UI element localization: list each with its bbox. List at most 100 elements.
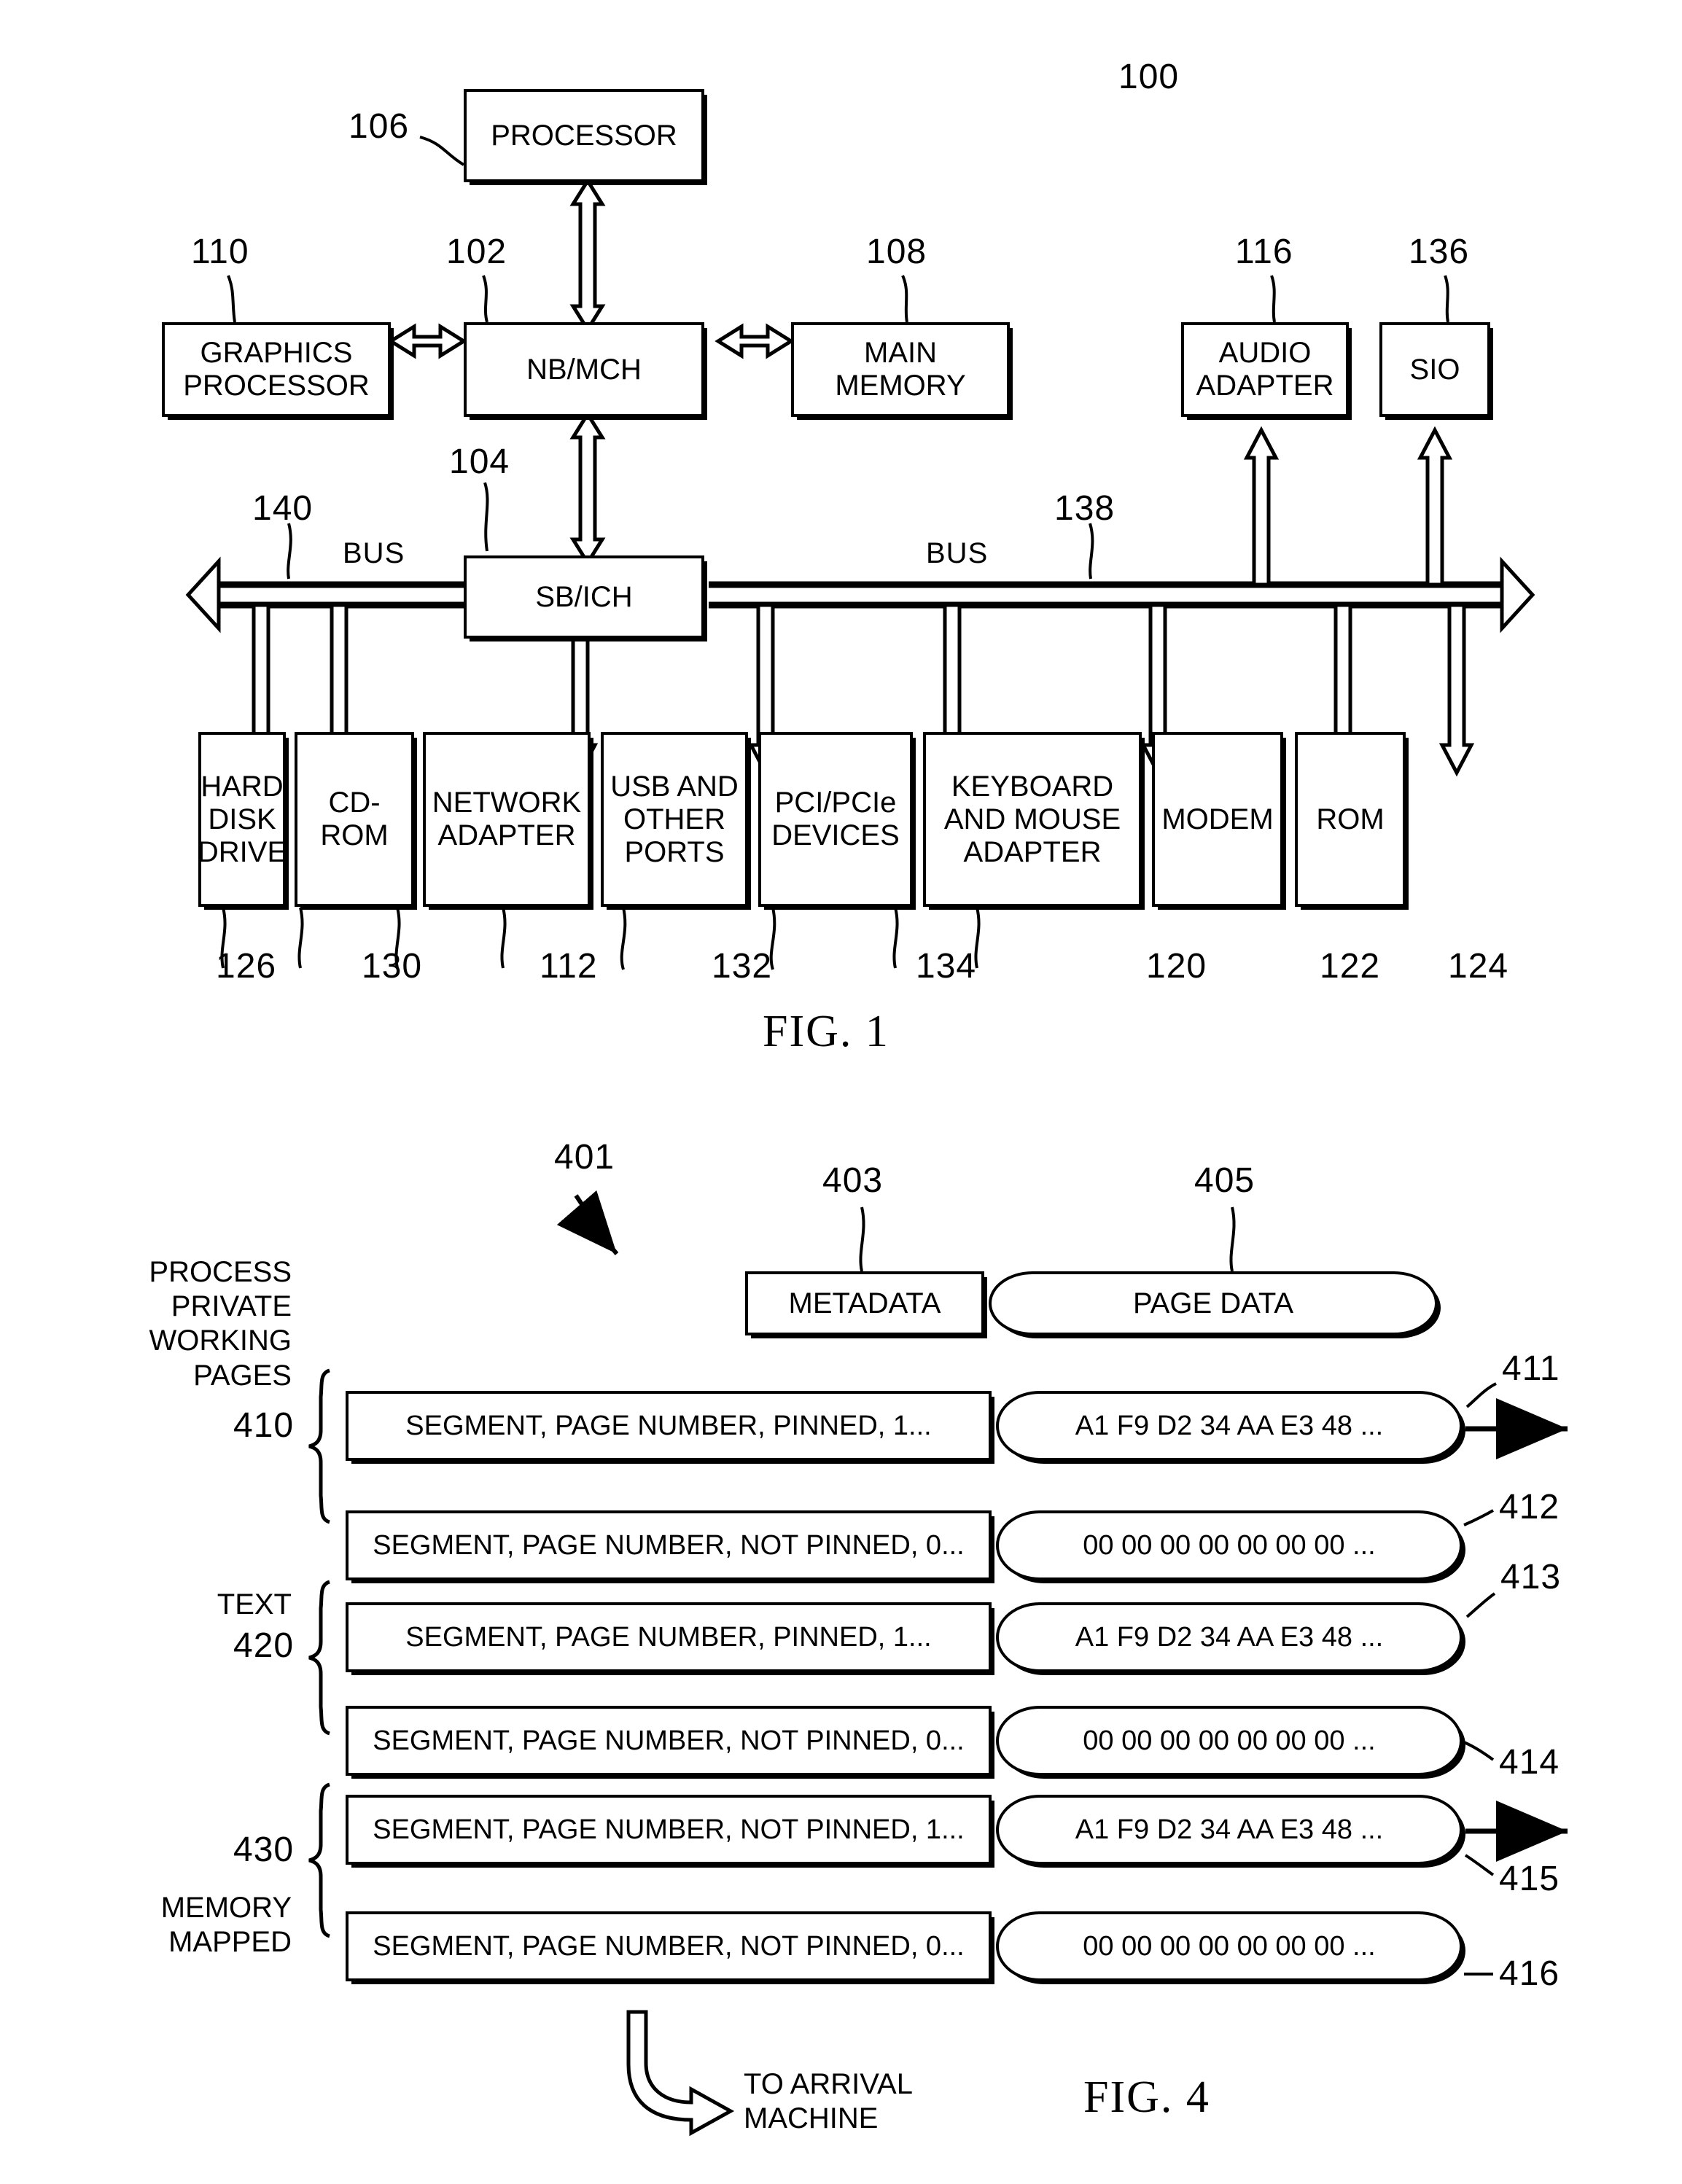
box-hard-disk-drive: HARD DISK DRIVE (197, 732, 287, 907)
leader-136 (1444, 275, 1449, 323)
box-keyboard-mouse-adapter-label: KEYBOARD AND MOUSE ADAPTER (943, 770, 1121, 868)
row-pagedata: A1 F9 D2 34 AA E3 48 ... (996, 1795, 1463, 1865)
leader-413 (1465, 1592, 1496, 1618)
arrow-bus-audio (1243, 426, 1280, 587)
leader-116 (1270, 275, 1276, 323)
ref-104: 104 (449, 442, 510, 481)
ref-112: 112 (540, 947, 598, 986)
ref-134: 134 (916, 947, 977, 986)
row-metadata-text: SEGMENT, PAGE NUMBER, NOT PINNED, 1... (373, 1814, 965, 1845)
ref-430: 430 (233, 1830, 295, 1869)
box-network-adapter-label: NETWORK ADAPTER (432, 787, 582, 851)
to-arrival-machine-label: TO ARRIVAL MACHINE (744, 2068, 913, 2135)
row-pagedata-text: 00 00 00 00 00 00 00 ... (1083, 1725, 1376, 1756)
leader-130 (297, 907, 304, 969)
row-pagedata-text: A1 F9 D2 34 AA E3 48 ... (1075, 1621, 1384, 1653)
leader-140 (287, 523, 292, 580)
leader-138 (1089, 523, 1094, 580)
box-processor-label: PROCESSOR (491, 119, 677, 152)
arrow-graphics-nbmch (387, 323, 467, 359)
ref-138: 138 (1054, 489, 1116, 528)
ref-420: 420 (233, 1626, 295, 1665)
row-pagedata: 00 00 00 00 00 00 00 ... (996, 1706, 1463, 1776)
brace-410 (308, 1368, 331, 1524)
row-metadata-text: SEGMENT, PAGE NUMBER, NOT PINNED, 0... (373, 1529, 965, 1561)
box-usb-ports: USB AND OTHER PORTS (601, 732, 748, 907)
box-audio-adapter: AUDIO ADAPTER (1181, 322, 1349, 417)
figure4-caption: FIG. 4 (1083, 2072, 1210, 2122)
row-metadata: SEGMENT, PAGE NUMBER, NOT PINNED, 0... (346, 1510, 992, 1580)
ref-122: 122 (1320, 947, 1381, 986)
arrow-processor-nbmch (569, 177, 606, 333)
header-pagedata: PAGE DATA (989, 1271, 1438, 1335)
row-metadata: SEGMENT, PAGE NUMBER, PINNED, 1... (346, 1391, 992, 1461)
header-metadata: METADATA (745, 1271, 984, 1335)
box-usb-ports-label: USB AND OTHER PORTS (610, 770, 739, 868)
box-network-adapter: NETWORK ADAPTER (423, 732, 591, 907)
ref-415: 415 (1499, 1860, 1560, 1898)
box-sio: SIO (1379, 322, 1490, 417)
ref-414: 414 (1499, 1743, 1560, 1782)
row-pagedata-text: A1 F9 D2 34 AA E3 48 ... (1075, 1410, 1384, 1441)
arrow-bus-sio (1417, 426, 1453, 587)
box-nbmch-label: NB/MCH (526, 353, 642, 386)
bus-label-left: BUS (343, 537, 405, 569)
box-rom: ROM (1295, 732, 1406, 907)
row-metadata-text: SEGMENT, PAGE NUMBER, PINNED, 1... (405, 1621, 932, 1653)
arrow-bus-rom (1438, 603, 1475, 777)
group-label-text: TEXT (217, 1588, 292, 1621)
leader-132 (500, 907, 507, 969)
leader-414 (1463, 1741, 1495, 1761)
leader-104 (483, 482, 489, 552)
box-keyboard-mouse-adapter: KEYBOARD AND MOUSE ADAPTER (923, 732, 1142, 907)
box-graphics-processor: GRAPHICS PROCESSOR (162, 322, 391, 417)
bus-left-arrowhead (185, 556, 221, 633)
brace-430 (308, 1782, 331, 1938)
box-sio-label: SIO (1409, 353, 1460, 386)
box-rom-label: ROM (1316, 803, 1385, 835)
bus-right-arrowhead (1500, 556, 1535, 633)
box-audio-adapter-label: AUDIO ADAPTER (1196, 337, 1334, 402)
box-modem-label: MODEM (1161, 803, 1274, 835)
leader-412 (1463, 1509, 1494, 1526)
box-main-memory: MAIN MEMORY (791, 322, 1010, 417)
box-graphics-processor-label: GRAPHICS PROCESSOR (183, 337, 370, 402)
leader-415 (1464, 1854, 1495, 1876)
box-processor: PROCESSOR (464, 89, 704, 182)
leader-411 (1465, 1382, 1497, 1408)
row-pagedata: A1 F9 D2 34 AA E3 48 ... (996, 1602, 1463, 1672)
row-metadata: SEGMENT, PAGE NUMBER, NOT PINNED, 0... (346, 1911, 992, 1981)
arrow-nbmch-sbich (569, 410, 606, 566)
leader-403 (859, 1206, 865, 1272)
leader-405 (1229, 1206, 1236, 1272)
ref-130: 130 (362, 947, 423, 986)
leader-134 (620, 907, 627, 970)
row-metadata-text: SEGMENT, PAGE NUMBER, NOT PINNED, 0... (373, 1725, 965, 1756)
box-pci-devices-label: PCI/PCIe DEVICES (771, 787, 900, 851)
box-hard-disk-drive-label: HARD DISK DRIVE (197, 770, 287, 868)
leader-401 (556, 1190, 619, 1255)
row-pagedata: 00 00 00 00 00 00 00 ... (996, 1911, 1463, 1981)
patent-figure-sheet: 100 106 110 102 108 116 136 104 140 138 … (0, 0, 1682, 2184)
ref-401: 401 (554, 1138, 615, 1177)
row-pagedata-text: 00 00 00 00 00 00 00 ... (1083, 1529, 1376, 1561)
ref-110: 110 (191, 233, 249, 271)
arrow-nbmch-mainmemory (715, 323, 795, 359)
leader-102 (482, 275, 488, 323)
ref-416: 416 (1499, 1954, 1560, 1993)
ref-403: 403 (822, 1161, 884, 1200)
group-label-memory-mapped: MEMORY MAPPED (160, 1892, 292, 1959)
ref-102: 102 (446, 233, 507, 271)
bus-label-right: BUS (926, 537, 989, 569)
row-metadata-text: SEGMENT, PAGE NUMBER, PINNED, 1... (405, 1410, 932, 1441)
ref-411: 411 (1502, 1349, 1560, 1388)
row-pagedata: 00 00 00 00 00 00 00 ... (996, 1510, 1463, 1580)
ref-140: 140 (252, 489, 314, 528)
row-metadata: SEGMENT, PAGE NUMBER, NOT PINNED, 0... (346, 1706, 992, 1776)
leader-108 (901, 275, 908, 323)
row-metadata: SEGMENT, PAGE NUMBER, PINNED, 1... (346, 1602, 992, 1672)
ref-124: 124 (1448, 947, 1509, 986)
row-pagedata-text: A1 F9 D2 34 AA E3 48 ... (1075, 1814, 1384, 1845)
leader-110 (227, 275, 236, 323)
group-label-process-private-working-pages: PROCESS PRIVATE WORKING PAGES (149, 1256, 292, 1392)
